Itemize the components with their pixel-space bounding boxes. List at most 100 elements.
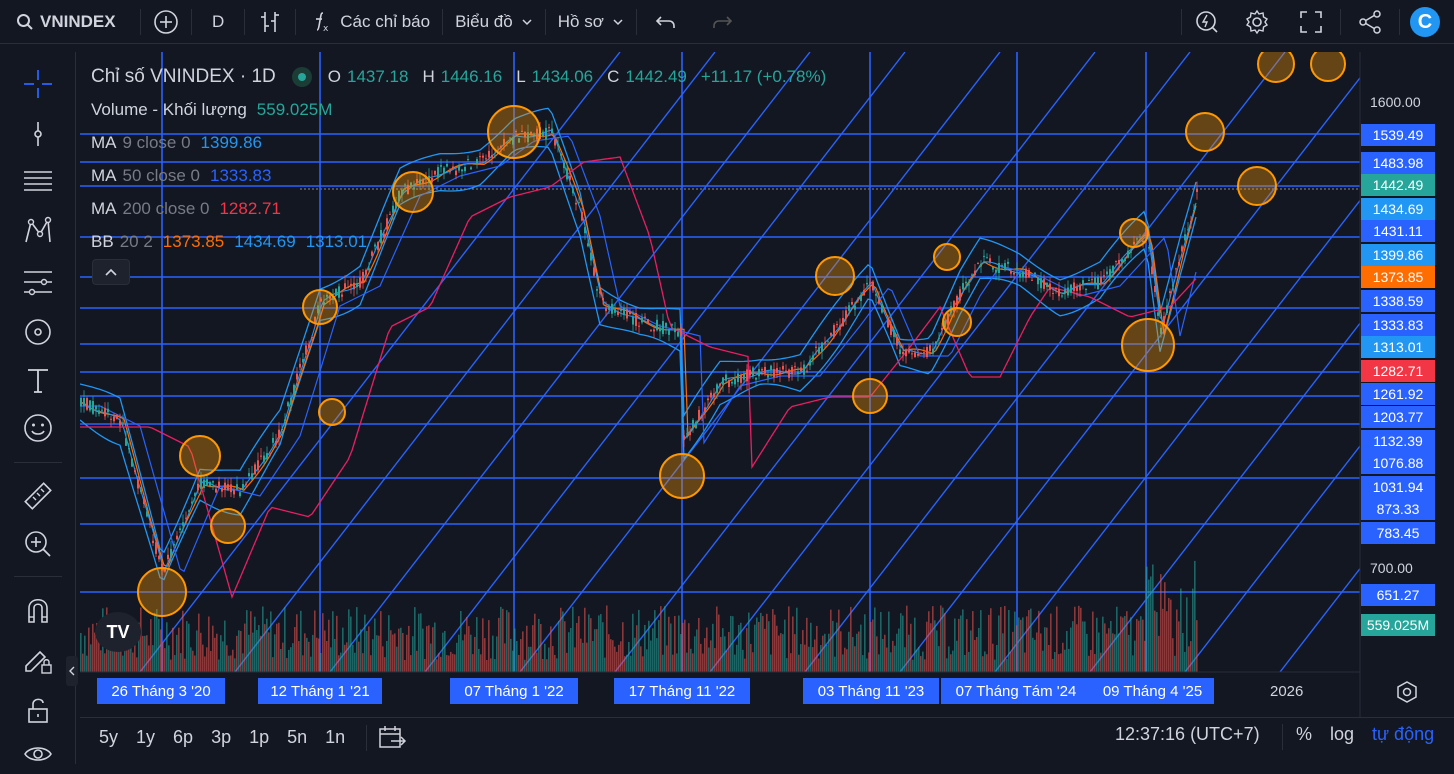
legend-collapse-button[interactable]	[92, 259, 130, 285]
range-6m-button[interactable]: 6p	[164, 727, 202, 748]
interval-button[interactable]: D	[192, 0, 244, 44]
candle-body	[101, 409, 103, 411]
log-toggle[interactable]: log	[1330, 724, 1354, 745]
legend-volume-row[interactable]: Volume - Khối lượng 559.025M	[91, 93, 826, 126]
lock-drawings-tool[interactable]	[18, 690, 58, 730]
drawing-mode-tool[interactable]	[18, 640, 58, 680]
candle-body	[734, 378, 736, 385]
settings-button[interactable]	[1232, 0, 1282, 44]
volume-bar	[940, 605, 942, 672]
zoom-in-tool[interactable]	[18, 524, 58, 564]
symbol-search-button[interactable]: VNINDEX	[0, 0, 140, 44]
auto-scale-toggle[interactable]: tự động	[1372, 724, 1434, 745]
legend-bb-row[interactable]: BB 20 2 1373.85 1434.69 1313.01	[91, 225, 826, 258]
volume-bar	[484, 638, 486, 672]
volume-bar	[300, 610, 302, 672]
undo-button[interactable]	[637, 0, 695, 44]
volume-bar	[478, 648, 480, 672]
volume-bar	[442, 632, 444, 672]
candle-body	[140, 489, 142, 493]
crosshair-tool[interactable]	[18, 64, 58, 104]
volume-bar	[428, 625, 430, 672]
magnet-tool[interactable]	[18, 590, 58, 630]
volume-bar	[618, 644, 620, 672]
sidebar-collapse-handle[interactable]	[66, 656, 78, 686]
range-5y-button[interactable]: 5y	[90, 727, 127, 748]
legend-ma200-row[interactable]: MA 200 close 0 1282.71	[91, 192, 826, 225]
candle-body	[752, 367, 754, 377]
volume-bar	[532, 625, 534, 672]
volume-bar	[582, 642, 584, 672]
trend-line-tool[interactable]	[18, 114, 58, 154]
text-tool[interactable]	[18, 360, 58, 400]
volume-bar	[520, 639, 522, 672]
range-1m-button[interactable]: 1p	[240, 727, 278, 748]
percent-toggle[interactable]: %	[1296, 724, 1312, 745]
quick-search-button[interactable]	[1182, 0, 1232, 44]
volume-bar	[288, 649, 290, 672]
volume-bar	[1002, 633, 1004, 672]
candle-body	[272, 437, 274, 443]
clock-timezone-button[interactable]: 12:37:16 (UTC+7)	[1115, 724, 1260, 745]
volume-bar	[700, 643, 702, 672]
measure-tool[interactable]	[18, 476, 58, 516]
icon-tool[interactable]	[18, 408, 58, 448]
volume-bar	[516, 641, 518, 672]
range-1y-button[interactable]: 1y	[127, 727, 164, 748]
candle-body	[818, 347, 820, 354]
volume-bar	[1034, 639, 1036, 672]
divider	[1282, 724, 1283, 750]
tradingview-logo[interactable]: TV	[95, 612, 141, 652]
candle-body	[1148, 247, 1150, 249]
volume-bar	[332, 611, 334, 672]
legend-ma50-row[interactable]: MA 50 close 0 1333.83	[91, 159, 826, 192]
redo-button[interactable]	[695, 0, 749, 44]
legend-ma9-row[interactable]: MA 9 close 0 1399.86	[91, 126, 826, 159]
volume-bar	[1168, 598, 1170, 672]
volume-bar	[1064, 649, 1066, 672]
chart-layout-dropdown[interactable]: Biểu đồ	[443, 0, 545, 44]
volume-bar	[1162, 608, 1164, 672]
price-label: 1261.92	[1361, 383, 1435, 405]
range-3m-button[interactable]: 3p	[202, 727, 240, 748]
bar-style-button[interactable]	[245, 0, 295, 44]
brush-tool[interactable]	[18, 312, 58, 352]
fib-tool[interactable]	[18, 162, 58, 202]
indicators-button[interactable]: x Các chỉ báo	[296, 0, 442, 44]
volume-bar	[1132, 655, 1134, 672]
divider	[14, 576, 62, 577]
ma200-label: MA	[91, 198, 117, 218]
range-1d-button[interactable]: 1n	[316, 727, 354, 748]
volume-bar	[88, 627, 90, 672]
go-to-date-button[interactable]	[377, 723, 407, 753]
volume-bar	[604, 657, 606, 672]
volume-bar	[774, 614, 776, 672]
profile-dropdown[interactable]: Hồ sơ	[546, 0, 636, 44]
pattern-tool[interactable]	[18, 212, 58, 252]
hide-drawings-tool[interactable]	[18, 734, 58, 774]
fullscreen-button[interactable]	[1282, 0, 1340, 44]
candle-body	[239, 492, 241, 497]
compare-add-symbol-button[interactable]	[141, 0, 191, 44]
time-tick-year: 2026	[1270, 682, 1304, 700]
price-label: 1539.49	[1361, 124, 1435, 146]
candle-body	[1049, 283, 1051, 290]
circle-dot-icon	[25, 319, 51, 345]
time-scale-settings-button[interactable]	[1395, 680, 1419, 704]
candle-body	[737, 373, 739, 383]
bb-label: BB	[91, 231, 114, 251]
forecast-tool[interactable]	[18, 262, 58, 302]
app-logo[interactable]: C	[1410, 7, 1440, 37]
volume-bar	[882, 638, 884, 672]
chart-layout-label: Biểu đồ	[455, 11, 513, 31]
volume-bar	[596, 629, 598, 672]
volume-bar	[744, 658, 746, 672]
volume-bar	[916, 649, 918, 672]
volume-bar	[112, 650, 114, 672]
range-5d-button[interactable]: 5n	[278, 727, 316, 748]
symbol-name: VNINDEX	[40, 11, 116, 31]
volume-bar	[796, 607, 798, 672]
share-button[interactable]	[1341, 0, 1399, 44]
candle-body	[719, 383, 721, 386]
volume-bar	[784, 619, 786, 672]
